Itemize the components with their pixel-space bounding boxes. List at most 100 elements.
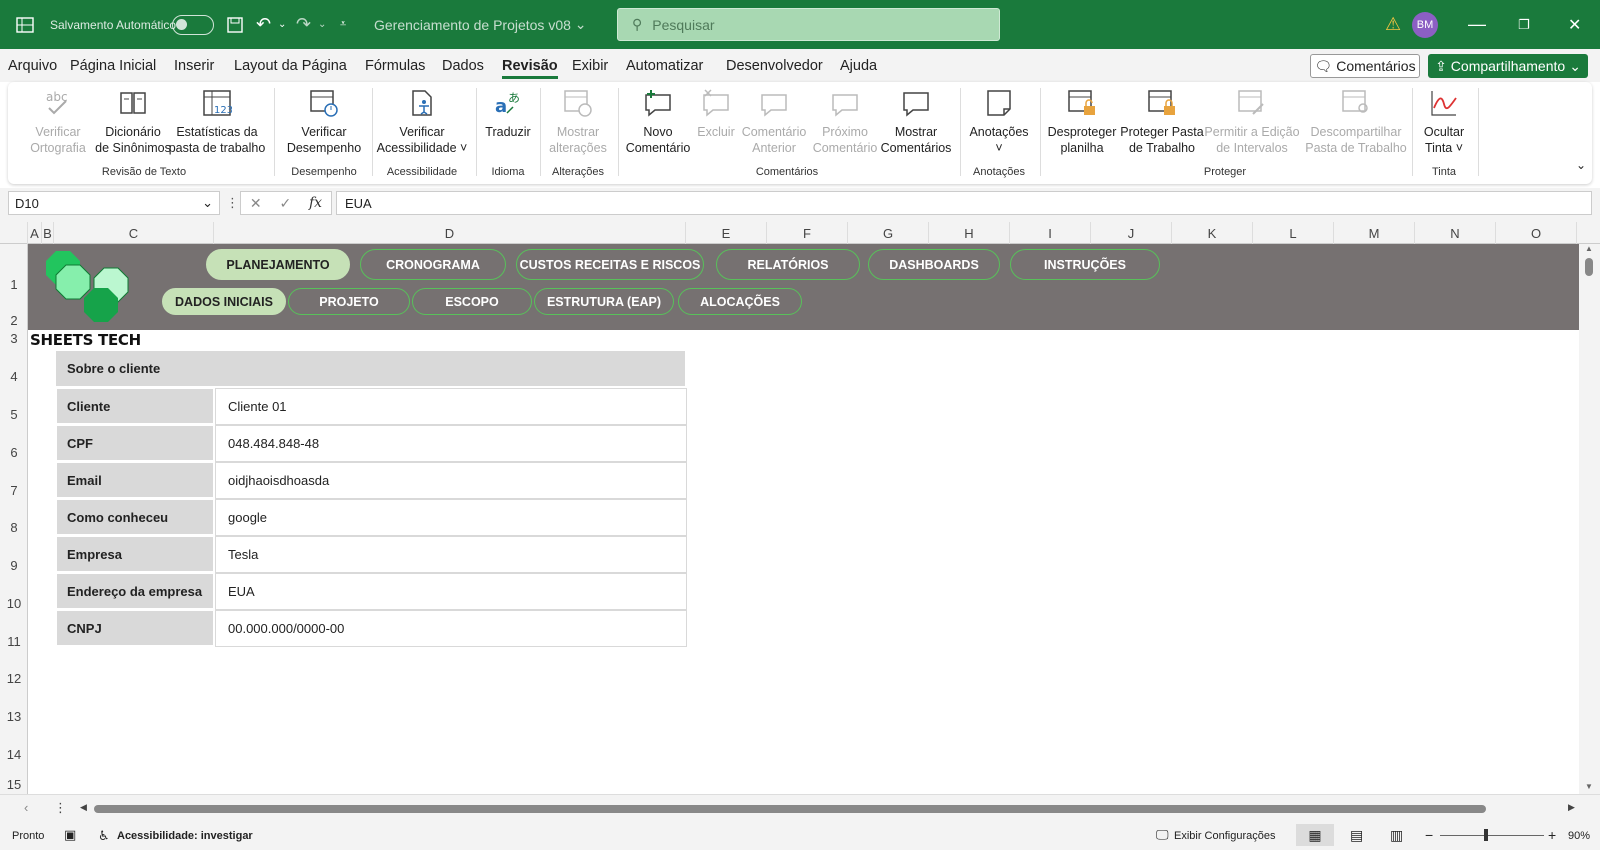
sheet-menu-icon[interactable]: ⋮: [54, 800, 67, 816]
col-header-k[interactable]: K: [1172, 222, 1253, 244]
show-comments-button[interactable]: Mostrar Comentários: [878, 86, 954, 160]
row-header[interactable]: 3: [0, 330, 28, 348]
zoom-slider[interactable]: [1440, 835, 1544, 836]
nav-dados-iniciais[interactable]: DADOS INICIAIS: [162, 288, 286, 315]
redo-icon[interactable]: ↷: [296, 0, 311, 49]
show-changes-button[interactable]: Mostrar alterações: [544, 86, 612, 160]
menu-automatizar[interactable]: Automatizar: [626, 58, 703, 74]
display-settings-button[interactable]: Exibir Configurações: [1174, 830, 1276, 842]
page-layout-view-icon[interactable]: ▤: [1350, 827, 1363, 844]
col-header-b[interactable]: B: [42, 222, 54, 244]
zoom-slider-thumb[interactable]: [1484, 829, 1488, 841]
row-header[interactable]: 1: [0, 244, 28, 294]
nav-cronograma[interactable]: CRONOGRAMA: [360, 249, 506, 280]
col-header-m[interactable]: M: [1334, 222, 1415, 244]
collapse-ribbon-icon[interactable]: ⌄: [1576, 158, 1586, 172]
comments-button[interactable]: 🗨 Comentários: [1310, 54, 1420, 78]
col-header-l[interactable]: L: [1253, 222, 1334, 244]
spelling-button[interactable]: abc Verificar Ortografia: [20, 86, 96, 160]
zoom-out-icon[interactable]: −: [1425, 827, 1433, 843]
search-box[interactable]: ⚲ Pesquisar: [617, 8, 1000, 41]
vertical-scroll-thumb[interactable]: [1585, 258, 1593, 276]
field-label[interactable]: Endereço da empresa: [56, 573, 214, 609]
insert-function-icon[interactable]: fx: [309, 195, 322, 211]
customize-toolbar-icon[interactable]: ⩡: [340, 0, 346, 49]
menu-ajuda[interactable]: Ajuda: [840, 58, 877, 74]
accessibility-status[interactable]: Acessibilidade: investigar: [117, 830, 253, 842]
avatar[interactable]: BM: [1412, 12, 1438, 38]
menu-desenvolvedor[interactable]: Desenvolvedor: [726, 58, 823, 74]
row-header[interactable]: 14: [0, 726, 28, 764]
nav-alocacoes[interactable]: ALOCAÇÕES: [678, 288, 802, 315]
col-header-i[interactable]: I: [1010, 222, 1091, 244]
nav-custos-receitas-riscos[interactable]: CUSTOS RECEITAS E RISCOS: [516, 249, 704, 280]
field-label[interactable]: CPF: [56, 425, 214, 461]
share-button[interactable]: ⇪ Compartilhamento ⌄: [1428, 54, 1588, 78]
col-header-a[interactable]: A: [28, 222, 42, 244]
field-label[interactable]: Email: [56, 462, 214, 498]
field-label[interactable]: Empresa: [56, 536, 214, 572]
thesaurus-button[interactable]: Dicionário de Sinônimos: [88, 86, 178, 160]
file-name[interactable]: Gerenciamento de Projetos v08 ⌄: [374, 0, 587, 49]
zoom-in-icon[interactable]: +: [1548, 827, 1556, 843]
nav-dashboards[interactable]: DASHBOARDS: [868, 249, 1000, 280]
field-value[interactable]: Tesla: [215, 536, 687, 573]
menu-dados[interactable]: Dados: [442, 58, 484, 74]
row-header[interactable]: 9: [0, 537, 28, 575]
col-header-o[interactable]: O: [1496, 222, 1577, 244]
allow-edit-ranges-button[interactable]: Permitir a Edição de Intervalos: [1200, 86, 1304, 160]
col-header-c[interactable]: C: [54, 222, 214, 244]
field-label[interactable]: CNPJ: [56, 610, 214, 646]
row-header[interactable]: 10: [0, 575, 28, 613]
horizontal-scroll-thumb[interactable]: [94, 805, 1486, 813]
more-options-icon[interactable]: ⋮: [226, 195, 239, 211]
menu-exibir[interactable]: Exibir: [572, 58, 608, 74]
unshare-workbook-button[interactable]: Descompartilhar Pasta de Trabalho: [1304, 86, 1408, 160]
formula-input[interactable]: EUA: [336, 191, 1592, 215]
row-header[interactable]: 13: [0, 688, 28, 726]
undo-dropdown-icon[interactable]: ⌄: [278, 0, 286, 49]
nav-estrutura-eap[interactable]: ESTRUTURA (EAP): [534, 288, 674, 315]
col-header-g[interactable]: G: [848, 222, 929, 244]
check-accessibility-button[interactable]: Verificar Acessibilidade ˅: [376, 86, 468, 160]
col-header-f[interactable]: F: [767, 222, 848, 244]
redo-dropdown-icon[interactable]: ⌄: [318, 0, 326, 49]
delete-comment-button[interactable]: Excluir: [694, 86, 738, 160]
row-header[interactable]: 7: [0, 462, 28, 500]
zoom-level[interactable]: 90%: [1568, 830, 1590, 842]
vertical-scrollbar[interactable]: ▲ ▼: [1579, 244, 1600, 794]
workbook-statistics-button[interactable]: 123 Estatísticas da pasta de trabalho: [166, 86, 268, 160]
select-all-corner[interactable]: [0, 222, 28, 244]
menu-revisao[interactable]: Revisão: [502, 58, 558, 79]
row-header[interactable]: 8: [0, 500, 28, 537]
col-header-e[interactable]: E: [686, 222, 767, 244]
field-value[interactable]: EUA: [215, 573, 687, 610]
sheet-prev-icon[interactable]: ‹: [24, 800, 28, 815]
field-value[interactable]: Cliente 01: [215, 388, 687, 425]
next-comment-button[interactable]: Próximo Comentário: [810, 86, 880, 160]
translate-button[interactable]: aあ Traduzir: [482, 86, 534, 160]
protect-workbook-button[interactable]: Proteger Pasta de Trabalho: [1118, 86, 1206, 160]
check-performance-button[interactable]: Verificar Desempenho: [284, 86, 364, 160]
nav-instrucoes[interactable]: INSTRUÇÕES: [1010, 249, 1160, 280]
scroll-up-icon[interactable]: ▲: [1585, 244, 1593, 253]
name-box[interactable]: D10 ⌄: [8, 191, 220, 215]
autosave-toggle[interactable]: [172, 14, 214, 35]
notes-button[interactable]: Anotações ˅: [964, 86, 1034, 160]
col-header-j[interactable]: J: [1091, 222, 1172, 244]
unprotect-sheet-button[interactable]: Desproteger planilha: [1042, 86, 1122, 160]
enter-icon[interactable]: ✓: [279, 195, 291, 212]
hscroll-right-icon[interactable]: ▶: [1568, 802, 1575, 813]
save-icon[interactable]: [226, 0, 244, 49]
row-header[interactable]: 5: [0, 386, 28, 424]
minimize-icon[interactable]: —: [1468, 0, 1486, 49]
restore-icon[interactable]: ❐: [1518, 0, 1530, 49]
new-comment-button[interactable]: Novo Comentário: [620, 86, 696, 160]
nav-projeto[interactable]: PROJETO: [288, 288, 410, 315]
page-break-view-icon[interactable]: ▥: [1390, 827, 1403, 844]
nav-escopo[interactable]: ESCOPO: [412, 288, 532, 315]
row-header[interactable]: 12: [0, 651, 28, 688]
previous-comment-button[interactable]: Comentário Anterior: [738, 86, 810, 160]
close-icon[interactable]: ✕: [1568, 0, 1581, 49]
menu-layout[interactable]: Layout da Página: [234, 58, 347, 74]
